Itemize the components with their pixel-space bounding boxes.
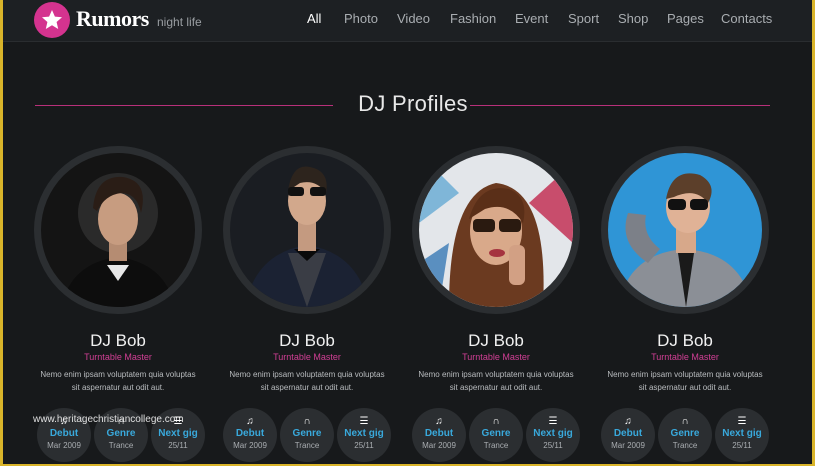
genre-stat[interactable]: ∩ Genre Trance (280, 408, 334, 462)
genre-stat[interactable]: ∩ Genre Trance (469, 408, 523, 462)
dj-role: Turntable Master (651, 352, 719, 362)
stat-label: Next gig (158, 428, 198, 439)
headphones-icon: ∩ (681, 416, 689, 427)
stat-label: Debut (424, 428, 454, 439)
watermark-text: www.heritagechristiancollege.com (33, 414, 184, 425)
sliders-icon: ☰ (737, 416, 747, 427)
stat-label: Genre (106, 428, 136, 439)
stat-value: Mar 2009 (611, 441, 645, 450)
page-frame: Rumors night life All Photo Video Fashio… (3, 0, 812, 464)
dj-description: Nemo enim ipsam voluptatem quia voluptas… (418, 370, 574, 392)
stat-value: Mar 2009 (422, 441, 456, 450)
dj-role: Turntable Master (462, 352, 530, 362)
debut-stat[interactable]: ♫ Debut Mar 2009 (601, 408, 655, 462)
sliders-icon: ☰ (548, 416, 558, 427)
sliders-icon: ☰ (359, 416, 369, 427)
stat-value: 25/11 (168, 441, 188, 450)
stat-label: Debut (235, 428, 265, 439)
debut-stat[interactable]: ♫ Debut Mar 2009 (223, 408, 277, 462)
dj-card: DJ Bob Turntable Master Nemo enim ipsam … (601, 146, 781, 464)
stat-value: 25/11 (732, 441, 752, 450)
site-header: Rumors night life All Photo Video Fashio… (3, 0, 812, 42)
stat-label: Next gig (722, 428, 762, 439)
dj-name[interactable]: DJ Bob (34, 331, 202, 351)
nav-item-event[interactable]: Event (515, 11, 548, 29)
stat-value: Trance (483, 441, 509, 450)
next-gig-stat[interactable]: ☰ Next gig 25/11 (526, 408, 580, 462)
stat-label: Genre (670, 428, 700, 439)
avatar-frame (412, 146, 580, 314)
music-note-icon: ♫ (624, 416, 632, 427)
avatar-frame (223, 146, 391, 314)
nav-item-shop[interactable]: Shop (618, 11, 648, 29)
stat-value: 25/11 (354, 441, 374, 450)
dj-photo[interactable] (230, 153, 384, 307)
stat-value: Trance (108, 441, 134, 450)
stat-label: Debut (613, 428, 643, 439)
stat-value: Mar 2009 (233, 441, 267, 450)
avatar-frame (34, 146, 202, 314)
nav-item-all[interactable]: All (307, 11, 321, 29)
dj-description: Nemo enim ipsam voluptatem quia voluptas… (229, 370, 385, 392)
dj-card: DJ Bob Turntable Master Nemo enim ipsam … (223, 146, 403, 464)
dj-photo[interactable] (419, 153, 573, 307)
nav-item-sport[interactable]: Sport (568, 11, 599, 29)
dj-photo[interactable] (608, 153, 762, 307)
nav-item-video[interactable]: Video (397, 11, 430, 29)
music-note-icon: ♫ (246, 416, 254, 427)
avatar-frame (601, 146, 769, 314)
headphones-icon: ∩ (492, 416, 500, 427)
dj-name[interactable]: DJ Bob (223, 331, 391, 351)
stat-label: Genre (292, 428, 322, 439)
next-gig-stat[interactable]: ☰ Next gig 25/11 (715, 408, 769, 462)
stat-value: Trance (294, 441, 320, 450)
title-divider-right (470, 105, 770, 106)
stat-label: Debut (49, 428, 79, 439)
next-gig-stat[interactable]: ☰ Next gig 25/11 (337, 408, 391, 462)
music-note-icon: ♫ (435, 416, 443, 427)
headphones-icon: ∩ (303, 416, 311, 427)
star-logo-icon[interactable] (34, 2, 70, 38)
debut-stat[interactable]: ♫ Debut Mar 2009 (412, 408, 466, 462)
dj-role: Turntable Master (84, 352, 152, 362)
dj-description: Nemo enim ipsam voluptatem quia voluptas… (40, 370, 196, 392)
dj-photo[interactable] (41, 153, 195, 307)
dj-card: DJ Bob Turntable Master Nemo enim ipsam … (412, 146, 592, 464)
dj-name[interactable]: DJ Bob (601, 331, 769, 351)
nav-item-photo[interactable]: Photo (344, 11, 378, 29)
title-divider-left (35, 105, 333, 106)
dj-role: Turntable Master (273, 352, 341, 362)
nav-item-pages[interactable]: Pages (667, 11, 704, 29)
dj-description: Nemo enim ipsam voluptatem quia voluptas… (607, 370, 763, 392)
stat-label: Genre (481, 428, 511, 439)
genre-stat[interactable]: ∩ Genre Trance (658, 408, 712, 462)
nav-item-fashion[interactable]: Fashion (450, 11, 496, 29)
brand-tagline: night life (157, 15, 202, 29)
dj-name[interactable]: DJ Bob (412, 331, 580, 351)
nav-item-contacts[interactable]: Contacts (721, 11, 772, 29)
stat-label: Next gig (344, 428, 384, 439)
stat-value: 25/11 (543, 441, 563, 450)
section-title: DJ Profiles (358, 91, 468, 116)
stat-value: Mar 2009 (47, 441, 81, 450)
stat-value: Trance (672, 441, 698, 450)
stat-label: Next gig (533, 428, 573, 439)
brand-name[interactable]: Rumors (76, 6, 149, 32)
